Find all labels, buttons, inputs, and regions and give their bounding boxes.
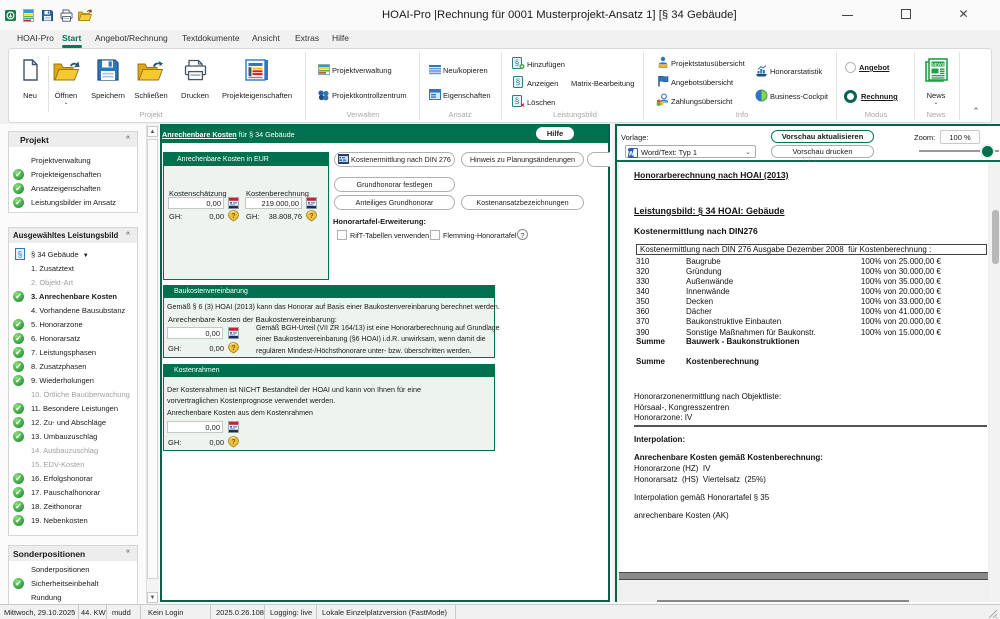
svg-text:W: W [628, 150, 635, 157]
svg-text:§: § [18, 250, 22, 259]
svg-text:§: § [515, 59, 519, 68]
svg-text:§: § [515, 97, 519, 106]
svg-text:§: § [516, 78, 520, 87]
svg-text:NEWS: NEWS [932, 62, 945, 67]
